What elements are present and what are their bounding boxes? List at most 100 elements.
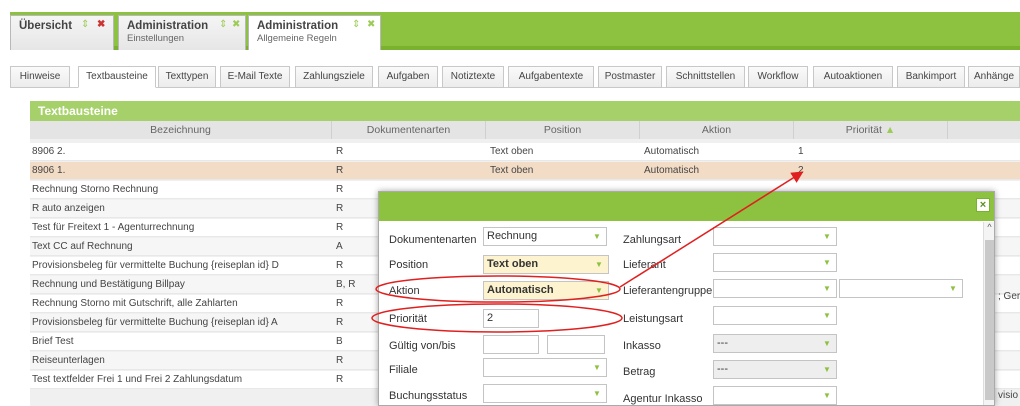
tab-bankimport[interactable]: Bankimport bbox=[897, 66, 965, 88]
cell-bezeichnung: 8906 2. bbox=[32, 146, 66, 157]
cell-aktion: Automatisch bbox=[644, 165, 700, 176]
tab-sublabel: Einstellungen bbox=[127, 33, 185, 44]
column-header-prioritaet[interactable]: Priorität ▲ bbox=[794, 121, 948, 139]
cell-dokumentenarten: R bbox=[336, 317, 344, 328]
cell-aktion: Automatisch bbox=[644, 146, 700, 157]
tab-workflow[interactable]: Workflow bbox=[748, 66, 808, 88]
cell-prioritaet: 1 bbox=[798, 146, 804, 157]
table-row[interactable]: 8906 2. R Text oben Automatisch 1 bbox=[30, 143, 1020, 161]
tab-label: Übersicht bbox=[19, 20, 73, 32]
tab-postmaster[interactable]: Postmaster bbox=[598, 66, 662, 88]
lieferant-select[interactable]: ▼ bbox=[713, 253, 837, 272]
pin-icon[interactable]: ⇕ bbox=[81, 19, 89, 30]
cell-dokumentenarten: R bbox=[336, 203, 344, 214]
chevron-down-icon: ▼ bbox=[818, 361, 836, 378]
scrollbar-thumb[interactable] bbox=[985, 240, 994, 400]
dialog-scrollbar[interactable]: ^ bbox=[983, 222, 994, 405]
position-value: Text oben bbox=[487, 258, 539, 270]
buchungsstatus-select[interactable]: ▼ bbox=[483, 384, 607, 403]
tab-schnittstellen[interactable]: Schnittstellen bbox=[666, 66, 745, 88]
column-header-position[interactable]: Position bbox=[486, 121, 640, 139]
dialog-header: × bbox=[379, 192, 994, 221]
lieferant-zusatz-select[interactable]: ▼ bbox=[839, 279, 963, 298]
aktion-value: Automatisch bbox=[487, 284, 554, 296]
truncated-cell-text: ; Ger bbox=[998, 291, 1020, 302]
tab-anhaenge[interactable]: Anhänge bbox=[968, 66, 1020, 88]
tab-autoaktionen[interactable]: Autoaktionen bbox=[813, 66, 893, 88]
close-button[interactable]: × bbox=[976, 198, 990, 212]
chevron-down-icon: ▼ bbox=[818, 228, 836, 245]
betrag-label: Betrag bbox=[623, 366, 656, 378]
cell-position: Text oben bbox=[490, 146, 534, 157]
inkasso-label: Inkasso bbox=[623, 340, 661, 352]
close-icon[interactable]: ✖ bbox=[97, 19, 105, 30]
pin-icon[interactable]: ⇕ bbox=[352, 19, 360, 30]
column-label: Priorität bbox=[845, 124, 882, 136]
dokumentenarten-value: Rechnung bbox=[487, 230, 538, 242]
panel-title: Textbausteine bbox=[30, 101, 1020, 121]
dokumentenarten-label: Dokumentenarten bbox=[389, 234, 477, 246]
table-row-selected[interactable]: 8906 1. R Text oben Automatisch 2 bbox=[30, 162, 1020, 180]
cell-dokumentenarten: R bbox=[336, 374, 344, 385]
filiale-select[interactable]: ▼ bbox=[483, 358, 607, 377]
agentur-inkasso-select[interactable]: ▼ bbox=[713, 386, 837, 405]
chevron-down-icon: ▼ bbox=[588, 228, 606, 245]
gueltig-label: Gültig von/bis bbox=[389, 340, 456, 352]
close-icon[interactable]: ✖ bbox=[232, 19, 240, 30]
main-tab-bar: Übersicht ⇕ ✖ Administration Einstellung… bbox=[10, 12, 1020, 50]
position-select[interactable]: Text oben ▼ bbox=[483, 255, 609, 274]
top-strip bbox=[0, 0, 1020, 10]
cell-bezeichnung: Rechnung Storno Rechnung bbox=[32, 184, 159, 195]
cell-bezeichnung: Provisionsbeleg für vermittelte Buchung … bbox=[32, 260, 279, 271]
aktion-select[interactable]: Automatisch ▼ bbox=[483, 281, 609, 300]
cell-bezeichnung: Reiseunterlagen bbox=[32, 355, 105, 366]
column-header-bezeichnung[interactable]: Bezeichnung bbox=[30, 121, 332, 139]
sub-tab-bar: Hinweise Textbausteine Texttypen E-Mail … bbox=[10, 64, 1020, 88]
cell-bezeichnung: Test für Freitext 1 - Agenturrechnung bbox=[32, 222, 195, 233]
cell-dokumentenarten: R bbox=[336, 146, 344, 157]
dokumentenarten-select[interactable]: Rechnung ▼ bbox=[483, 227, 607, 246]
inkasso-select[interactable]: --- ▼ bbox=[713, 334, 837, 353]
pin-icon[interactable]: ⇕ bbox=[219, 19, 227, 30]
agentur-inkasso-label: Agentur Inkasso bbox=[623, 393, 703, 405]
lieferantengruppe-select[interactable]: ▼ bbox=[713, 279, 837, 298]
tab-aufgaben[interactable]: Aufgaben bbox=[378, 66, 438, 88]
gueltig-bis-input[interactable] bbox=[547, 335, 605, 354]
gueltig-von-input[interactable] bbox=[483, 335, 539, 354]
close-icon[interactable]: ✖ bbox=[367, 19, 375, 30]
cell-dokumentenarten: R bbox=[336, 184, 344, 195]
tab-textbausteine[interactable]: Textbausteine bbox=[78, 66, 156, 88]
cell-dokumentenarten: A bbox=[336, 241, 343, 252]
cell-bezeichnung: R auto anzeigen bbox=[32, 203, 105, 214]
sort-ascending-icon: ▲ bbox=[884, 124, 896, 136]
chevron-down-icon: ▼ bbox=[818, 280, 836, 297]
tab-uebersicht[interactable]: Übersicht ⇕ ✖ bbox=[10, 15, 114, 50]
cell-bezeichnung: Text CC auf Rechnung bbox=[32, 241, 133, 252]
chevron-down-icon: ▼ bbox=[944, 280, 962, 297]
prioritaet-label: Priorität bbox=[389, 313, 427, 325]
tab-administration-einstellungen[interactable]: Administration Einstellungen ⇕ ✖ bbox=[118, 15, 246, 50]
cell-prioritaet: 2 bbox=[798, 165, 804, 176]
column-header-aktion[interactable]: Aktion bbox=[640, 121, 794, 139]
leistungsart-select[interactable]: ▼ bbox=[713, 306, 837, 325]
tab-email-texte[interactable]: E-Mail Texte bbox=[220, 66, 290, 88]
tab-hinweise[interactable]: Hinweise bbox=[10, 66, 70, 88]
scroll-up-icon[interactable]: ^ bbox=[984, 222, 994, 232]
tab-notiztexte[interactable]: Notiztexte bbox=[442, 66, 504, 88]
chevron-down-icon: ▼ bbox=[588, 385, 606, 402]
tab-texttypen[interactable]: Texttypen bbox=[158, 66, 216, 88]
lieferantengruppe-label: Lieferantengruppe bbox=[623, 285, 713, 297]
column-header-dokumentenarten[interactable]: Dokumentenarten bbox=[332, 121, 486, 139]
cell-dokumentenarten: R bbox=[336, 222, 344, 233]
cell-dokumentenarten: B bbox=[336, 336, 343, 347]
betrag-select[interactable]: --- ▼ bbox=[713, 360, 837, 379]
chevron-down-icon: ▼ bbox=[590, 256, 608, 273]
tab-administration-allgemeine-regeln[interactable]: Administration Allgemeine Regeln ⇕ ✖ bbox=[248, 15, 381, 50]
chevron-down-icon: ▼ bbox=[818, 307, 836, 324]
cell-bezeichnung: Rechnung und Bestätigung Billpay bbox=[32, 279, 185, 290]
prioritaet-input[interactable]: 2 bbox=[483, 309, 539, 328]
zahlungsart-select[interactable]: ▼ bbox=[713, 227, 837, 246]
chevron-down-icon: ▼ bbox=[588, 359, 606, 376]
tab-aufgabentexte[interactable]: Aufgabentexte bbox=[508, 66, 594, 88]
tab-zahlungsziele[interactable]: Zahlungsziele bbox=[295, 66, 373, 88]
